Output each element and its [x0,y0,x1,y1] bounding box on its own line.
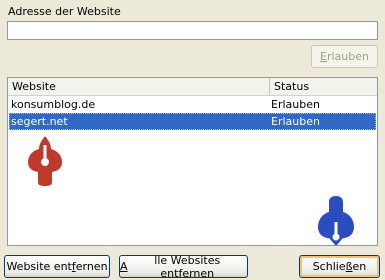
table-row[interactable]: konsumblog.de Erlauben [9,96,376,113]
remove-all-label-post: lle Websites entfernen [154,253,221,280]
allow-button[interactable]: Erlauben [311,45,378,68]
column-header-website[interactable]: Website [8,78,270,95]
allow-label-post: rlauben [326,50,369,63]
column-header-status[interactable]: Status [270,78,377,95]
row-status: Erlauben [271,115,320,128]
remove-all-websites-button[interactable]: Alle Websites entfernen [119,253,248,280]
close-label-key: ß [345,260,353,273]
close-label-pre: Schlie [312,260,346,273]
row-status: Erlauben [271,98,320,111]
website-address-input[interactable] [7,21,378,40]
table-row-selected[interactable]: segert.net Erlauben [9,113,376,130]
list-header: Website Status [8,78,377,96]
remove-website-button[interactable]: Website ent f ernen [4,255,110,278]
remove-label-post: ernen [75,260,108,273]
red-pin-marker [28,136,62,186]
blue-pin-marker [318,196,354,246]
row-website: segert.net [11,115,68,128]
allow-label-key: E [320,50,327,63]
close-button[interactable]: Schlie ß en [299,255,380,278]
remove-all-label-key: A [120,260,128,273]
remove-label-pre: Website ent [6,260,72,273]
row-website: konsumblog.de [11,98,96,111]
address-label: Adresse der Website [8,5,121,18]
close-label-post: en [352,260,367,273]
